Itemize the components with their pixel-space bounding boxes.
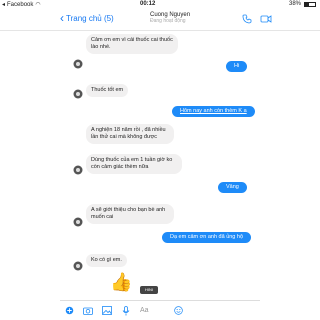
carrier-group: ◂ Facebook ◠: [2, 1, 41, 9]
message-bubble[interactable]: Cảm ơn em vì cái thuốc cai thuốc lào nhé…: [86, 34, 178, 54]
back-button-label: Trang chủ (5): [66, 13, 114, 23]
message-bubble[interactable]: Ko có gì em.: [86, 254, 127, 267]
back-button[interactable]: ‹ Trang chủ (5): [60, 12, 114, 24]
video-icon[interactable]: [260, 14, 272, 24]
carrier-label: Facebook: [7, 1, 34, 8]
header-actions: [242, 14, 272, 24]
message-bubble[interactable]: Dùng thuốc của em 1 tuần giờ ko còn cảm …: [86, 154, 182, 174]
message-bubble[interactable]: Hôm nay anh còn thèm K a: [172, 106, 255, 117]
avatar[interactable]: [73, 56, 83, 69]
message-input[interactable]: Aa: [140, 307, 164, 314]
message-bubble[interactable]: Thuốc tốt em: [86, 84, 129, 97]
battery-icon: [304, 1, 316, 7]
image-icon[interactable]: [102, 306, 112, 316]
status-time: 00:12: [140, 1, 156, 7]
chevron-left-icon: ‹: [60, 11, 64, 25]
phone-icon[interactable]: [242, 14, 252, 24]
message-bubble[interactable]: Vâng: [218, 182, 247, 193]
wifi-icon: ◠: [35, 2, 41, 8]
battery-percent: 38%: [288, 1, 301, 7]
message-bubble[interactable]: Dạ em cảm ơn anh đã ủng hộ: [162, 232, 252, 243]
contact-status: Đang hoạt động: [150, 18, 186, 24]
camera-icon[interactable]: [83, 306, 93, 316]
message-list[interactable]: Cảm ơn em vì cái thuốc cai thuốc lào nhé…: [0, 32, 320, 300]
contact-info[interactable]: Cuong Nguyen Đang hoạt động: [150, 12, 190, 24]
message-bubble[interactable]: A nghiện 18 năm rồi , đã nhiều lần thử c…: [86, 124, 174, 144]
signal-icon: ◂: [2, 2, 6, 8]
status-bar: ◂ Facebook ◠ 00:12 38%: [0, 0, 320, 9]
message-bubble[interactable]: A sẽ giới thiệu cho bạn bè anh muốn cai: [86, 204, 174, 224]
status-right-group: 38%: [289, 1, 316, 7]
like-icon[interactable]: 👍: [110, 272, 132, 293]
message-bubble[interactable]: Hi: [226, 61, 248, 72]
microphone-icon[interactable]: [121, 305, 131, 316]
emoji-icon[interactable]: [173, 306, 183, 316]
chat-header: ‹ Trang chủ (5) Cuong Nguyen Đang hoạt đ…: [0, 9, 320, 31]
avatar[interactable]: [73, 258, 83, 271]
avatar[interactable]: [73, 214, 83, 227]
composer-bar: Aa: [60, 300, 260, 320]
avatar[interactable]: [73, 86, 83, 99]
plus-icon[interactable]: [64, 306, 74, 316]
avatar[interactable]: [73, 162, 83, 175]
composer-hint: HINI: [140, 286, 158, 294]
